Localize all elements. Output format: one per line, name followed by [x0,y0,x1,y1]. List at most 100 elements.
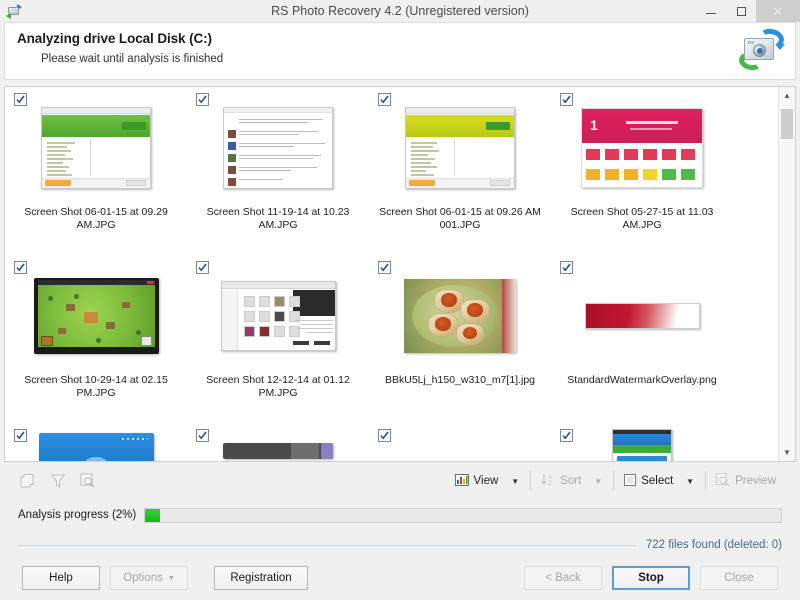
toolbar-separator [613,471,615,491]
file-name: BBkU5Lj_h150_w310_m7[1].jpg [384,374,536,386]
file-name: Screen Shot 10-29-14 at 02.15 PM.JPG [24,374,168,399]
list-item[interactable]: Screen Shot 11-19-14 at 10.23 AM.JPG [187,87,369,255]
thumbnail-image[interactable] [369,429,551,461]
scroll-down-icon[interactable]: ▼ [779,444,795,461]
chevron-down-icon: ▼ [167,574,175,582]
list-item[interactable]: StandardWatermarkOverlay.png [551,255,733,423]
view-label: View [473,475,499,487]
list-item[interactable]: 1 Screen Shot 05-27-15 at 11.03 AM.JPG [551,87,733,255]
filter-funnel-icon[interactable] [48,471,68,491]
thumbnail-row: Screen Shot 06-01-15 at 09.29 AM.JPG Scr… [5,87,778,255]
sort-dropdown-caret-icon[interactable]: ▼ [587,474,609,489]
checkbox-checked-icon[interactable] [14,93,27,106]
list-item[interactable] [369,423,551,461]
toolbar-separator [530,471,532,491]
page-title: Analyzing drive Local Disk (C:) [17,31,212,46]
svg-text:Z: Z [548,481,552,486]
file-name: Screen Shot 11-19-14 at 10.23 AM.JPG [206,206,350,231]
thumbnail-row [5,423,778,461]
vertical-scrollbar[interactable]: ▲ ▼ [778,87,795,461]
file-name: Screen Shot 06-01-15 at 09.29 AM.JPG [24,206,168,231]
thumbnail-grid: Screen Shot 06-01-15 at 09.29 AM.JPG Scr… [5,87,778,461]
thumbnail-image[interactable] [5,261,187,366]
list-item[interactable]: Screen Shot 12-12-14 at 01.12 PM.JPG [187,255,369,423]
scrollbar-thumb[interactable] [781,109,793,139]
copy-pages-icon[interactable] [18,471,38,491]
select-dropdown-caret-icon[interactable]: ▼ [679,474,701,489]
checkbox-checked-icon[interactable] [560,261,573,274]
preview-label: Preview [735,475,776,487]
checkbox-checked-icon[interactable] [196,261,209,274]
sort-label: Sort [560,475,582,487]
checkbox-checked-icon[interactable] [196,429,209,442]
checkbox-checked-icon[interactable] [14,261,27,274]
checkbox-checked-icon[interactable] [196,93,209,106]
footer-bar: Help Options ▼ Registration < Back Stop … [4,556,796,600]
close-icon[interactable]: ✕ [756,0,800,22]
view-images-icon [454,473,469,489]
toolbar-left-group [4,471,98,491]
checkbox-checked-icon[interactable] [378,261,391,274]
files-found-status: 722 files found (deleted: 0) [645,539,782,551]
list-item[interactable]: Screen Shot 10-29-14 at 02.15 PM.JPG [5,255,187,423]
preview-magnifier-icon [716,472,730,490]
list-item[interactable]: BBkU5Lj_h150_w310_m7[1].jpg [369,255,551,423]
camera-recovery-icon [737,26,786,73]
thumbnail-image[interactable] [369,93,551,198]
close-button[interactable]: Close [700,566,778,590]
options-button[interactable]: Options ▼ [110,566,188,590]
title-bar: RS Photo Recovery 4.2 (Unregistered vers… [0,0,800,22]
back-button[interactable]: < Back [524,566,602,590]
sort-az-icon: AZ [541,473,555,489]
minimize-icon[interactable] [696,0,726,22]
find-magnifier-icon[interactable] [78,471,98,491]
page-subtitle: Please wait until analysis is finished [41,53,224,65]
checkbox-checked-icon[interactable] [378,429,391,442]
thumbnail-list[interactable]: Screen Shot 06-01-15 at 09.29 AM.JPG Scr… [4,86,796,462]
window-controls: ✕ [696,0,800,22]
list-item[interactable]: Screen Shot 06-01-15 at 09.26 AM 001.JPG [369,87,551,255]
maximize-icon[interactable] [726,0,756,22]
divider [18,544,636,546]
close-glyph: ✕ [772,3,784,19]
file-name: Screen Shot 06-01-15 at 09.26 AM 001.JPG [379,206,541,231]
status-row: 722 files found (deleted: 0) [4,534,796,556]
thumbnail-image[interactable] [5,93,187,198]
stop-button[interactable]: Stop [612,566,690,590]
thumbnail-image[interactable] [187,93,369,198]
file-name: Screen Shot 05-27-15 at 11.03 AM.JPG [570,206,714,231]
checkbox-checked-icon[interactable] [560,429,573,442]
thumbnail-image[interactable] [5,429,187,461]
thumbnail-image[interactable] [551,261,733,366]
progress-label: Analysis progress (2%) [18,509,137,521]
registration-button[interactable]: Registration [214,566,308,590]
progress-bar [144,507,782,523]
file-name: Screen Shot 12-12-14 at 01.12 PM.JPG [206,374,350,399]
scroll-up-icon[interactable]: ▲ [779,87,795,104]
checkbox-checked-icon[interactable] [560,93,573,106]
header-panel: Analyzing drive Local Disk (C:) Please w… [4,22,796,80]
select-button[interactable]: Select [618,471,679,492]
toolbar-right-group: View ▼ AZ Sort ▼ Select ▼ Preview [449,470,796,493]
thumbnail-image[interactable] [187,429,369,461]
progress-fill [145,508,160,522]
view-button[interactable]: View [449,471,505,492]
window-title: RS Photo Recovery 4.2 (Unregistered vers… [271,4,529,18]
options-label: Options [123,572,163,584]
preview-button[interactable]: Preview [710,470,782,493]
list-item[interactable]: Screen Shot 06-01-15 at 09.29 AM.JPG [5,87,187,255]
list-item[interactable] [187,423,369,461]
thumbnail-image[interactable]: 1 [551,93,733,198]
toolbar: View ▼ AZ Sort ▼ Select ▼ Preview [4,464,796,498]
thumbnail-image[interactable] [187,261,369,366]
thumbnail-image[interactable] [551,429,733,461]
thumbnail-image[interactable] [369,261,551,366]
help-button[interactable]: Help [22,566,100,590]
checkbox-checked-icon[interactable] [14,429,27,442]
toolbar-separator [705,471,707,491]
sort-button[interactable]: AZ Sort [535,470,587,492]
view-dropdown-caret-icon[interactable]: ▼ [504,474,526,489]
list-item[interactable] [551,423,733,461]
list-item[interactable] [5,423,187,461]
checkbox-checked-icon[interactable] [378,93,391,106]
